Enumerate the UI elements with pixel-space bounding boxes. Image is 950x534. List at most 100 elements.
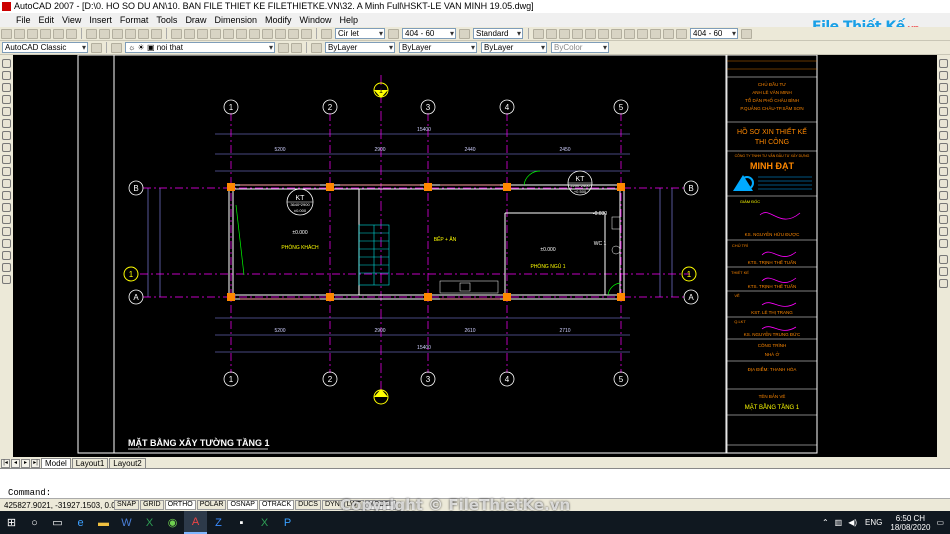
rectangle-icon[interactable]: [2, 107, 11, 116]
polygon-icon[interactable]: [2, 95, 11, 104]
color-select[interactable]: ByLayer: [325, 42, 395, 53]
tool-palettes-icon[interactable]: [249, 28, 260, 39]
help-icon[interactable]: [301, 28, 312, 39]
color-swatch-icon[interactable]: [311, 42, 322, 53]
dim-update-icon[interactable]: [741, 28, 752, 39]
preview-icon[interactable]: [53, 28, 64, 39]
prev-tab-icon[interactable]: ◂: [11, 459, 20, 468]
send-back-icon[interactable]: [939, 279, 948, 288]
tab-layout1[interactable]: Layout1: [71, 458, 109, 468]
insert-block-icon[interactable]: [2, 191, 11, 200]
workspace-settings-icon[interactable]: [91, 42, 102, 53]
menu-insert[interactable]: Insert: [85, 15, 116, 25]
dim-edit-icon[interactable]: [676, 28, 687, 39]
dim-linear-icon[interactable]: [533, 28, 544, 39]
autocad-taskbar-icon[interactable]: A: [184, 511, 207, 534]
text-style-icon[interactable]: [321, 28, 332, 39]
layer-select[interactable]: ☼ ☀ ▣ noi that: [125, 42, 275, 53]
next-tab-icon[interactable]: ▸: [21, 459, 30, 468]
rotate-icon[interactable]: [939, 131, 948, 140]
copy-icon[interactable]: [99, 28, 110, 39]
new-icon[interactable]: [1, 28, 12, 39]
autocad-app-icon[interactable]: [2, 2, 11, 11]
print-icon[interactable]: [40, 28, 51, 39]
match-properties-icon[interactable]: [125, 28, 136, 39]
command-prompt[interactable]: Command:: [8, 488, 51, 498]
app-icon[interactable]: ▪: [230, 511, 253, 534]
dim-style-icon[interactable]: [388, 28, 399, 39]
floor-plan-drawing[interactable]: 1 2 3 4 5 1 2 3 4 5 B A B A 1 1 1 15400 …: [0, 55, 950, 457]
calculator-icon[interactable]: [288, 28, 299, 39]
polyline-icon[interactable]: [2, 83, 11, 92]
text-style-select[interactable]: Cir let: [335, 28, 385, 39]
linetype-select[interactable]: ByLayer: [399, 42, 477, 53]
arc-icon[interactable]: [2, 119, 11, 128]
draw-order-icon[interactable]: [939, 255, 948, 264]
fillet-icon[interactable]: [939, 227, 948, 236]
copy-object-icon[interactable]: [939, 71, 948, 80]
erase-icon[interactable]: [939, 59, 948, 68]
excel-2-icon[interactable]: X: [253, 511, 276, 534]
word-icon[interactable]: W: [115, 511, 138, 534]
offset-icon[interactable]: [939, 95, 948, 104]
menu-file[interactable]: File: [4, 15, 35, 25]
dim-style-select[interactable]: 404 - 60: [402, 28, 456, 39]
mirror-icon[interactable]: [939, 83, 948, 92]
spline-icon[interactable]: [2, 155, 11, 164]
revcloud-icon[interactable]: [2, 143, 11, 152]
gradient-icon[interactable]: [2, 239, 11, 248]
task-view-icon[interactable]: ▭: [46, 511, 69, 534]
dim-angular-icon[interactable]: [624, 28, 635, 39]
table-style-icon[interactable]: [459, 28, 470, 39]
ellipse-arc-icon[interactable]: [2, 179, 11, 188]
first-tab-icon[interactable]: |◂: [1, 459, 10, 468]
menu-edit[interactable]: Edit: [35, 15, 59, 25]
notification-icon[interactable]: ▭: [936, 518, 944, 527]
clock[interactable]: 6:50 CH 18/08/2020: [890, 514, 930, 532]
dim-continue-icon[interactable]: [663, 28, 674, 39]
snap-toggle[interactable]: SNAP: [114, 500, 140, 510]
table-icon[interactable]: [2, 263, 11, 272]
tab-layout2[interactable]: Layout2: [109, 458, 146, 468]
bring-front-icon[interactable]: [939, 267, 948, 276]
file-explorer-icon[interactable]: ▬: [92, 511, 115, 534]
menu-tools[interactable]: Tools: [152, 15, 181, 25]
layer-manager-icon[interactable]: [111, 42, 122, 53]
hatch-icon[interactable]: [2, 227, 11, 236]
menu-window[interactable]: Window: [296, 15, 336, 25]
region-icon[interactable]: [2, 251, 11, 260]
undo-icon[interactable]: [138, 28, 149, 39]
design-center-icon[interactable]: [236, 28, 247, 39]
publish-icon[interactable]: [66, 28, 77, 39]
zalo-icon[interactable]: Z: [207, 511, 230, 534]
zoom-realtime-icon[interactable]: [184, 28, 195, 39]
lineweight-select[interactable]: ByLayer: [481, 42, 547, 53]
redo-icon[interactable]: [151, 28, 162, 39]
move-icon[interactable]: [939, 119, 948, 128]
search-icon[interactable]: ○: [23, 511, 46, 534]
extend-icon[interactable]: [939, 179, 948, 188]
ellipse-icon[interactable]: [2, 167, 11, 176]
dim-aligned-icon[interactable]: [546, 28, 557, 39]
volume-icon[interactable]: ◀): [848, 518, 857, 527]
menu-draw[interactable]: Draw: [181, 15, 210, 25]
markup-icon[interactable]: [275, 28, 286, 39]
otrack-toggle[interactable]: OTRACK: [258, 500, 295, 510]
chrome-icon[interactable]: ◉: [161, 511, 184, 534]
menu-view[interactable]: View: [58, 15, 85, 25]
dim-baseline-icon[interactable]: [650, 28, 661, 39]
layer-previous-icon[interactable]: [291, 42, 302, 53]
edge-browser-icon[interactable]: e: [69, 511, 92, 534]
windows-start-icon[interactable]: ⊞: [0, 511, 23, 534]
quick-dim-icon[interactable]: [637, 28, 648, 39]
zoom-window-icon[interactable]: [197, 28, 208, 39]
ortho-toggle[interactable]: ORTHO: [164, 500, 196, 510]
tray-chevron-icon[interactable]: ⌃: [822, 518, 829, 527]
tab-model[interactable]: Model: [41, 458, 71, 468]
trim-icon[interactable]: [939, 167, 948, 176]
open-icon[interactable]: [14, 28, 25, 39]
ducs-toggle[interactable]: DUCS: [295, 500, 321, 510]
osnap-toggle[interactable]: OSNAP: [227, 500, 258, 510]
dim-jogged-icon[interactable]: [598, 28, 609, 39]
explode-icon[interactable]: [939, 239, 948, 248]
